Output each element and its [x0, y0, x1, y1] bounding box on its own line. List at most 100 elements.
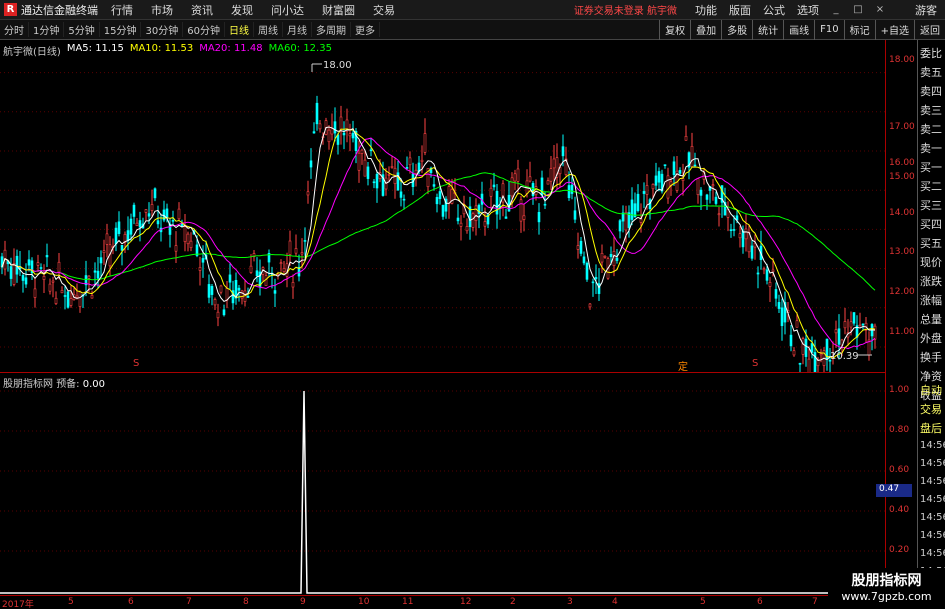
- indicator-label: 预备:: [56, 379, 80, 390]
- kline-chart[interactable]: 18.00 10.39: [0, 40, 885, 372]
- date-tick: 6: [757, 597, 763, 607]
- indicator-chart[interactable]: [0, 373, 885, 595]
- tool-overlay[interactable]: 叠加: [690, 19, 721, 40]
- candle-body: [699, 189, 703, 196]
- close-icon[interactable]: ×: [869, 4, 891, 15]
- period-more[interactable]: 更多: [351, 22, 380, 37]
- menu-formula[interactable]: 公式: [757, 2, 791, 18]
- candle-body: [804, 338, 808, 357]
- candle-body: [33, 288, 37, 298]
- period-daily[interactable]: 日线: [225, 22, 254, 37]
- side-label[interactable]: 盘后: [920, 420, 942, 436]
- candle-body: [198, 267, 202, 271]
- period-60min[interactable]: 60分钟: [183, 22, 225, 37]
- candle-body: [561, 146, 565, 157]
- side-label[interactable]: 买三: [920, 197, 942, 213]
- candlesticks: [0, 95, 877, 372]
- side-label[interactable]: 自动: [920, 382, 942, 398]
- side-label[interactable]: 卖三: [920, 102, 942, 118]
- side-label[interactable]: 买二: [920, 178, 942, 194]
- side-label[interactable]: 卖四: [920, 83, 942, 99]
- minimize-icon[interactable]: _: [825, 4, 847, 15]
- price-tick: 18.00: [889, 55, 915, 65]
- tool-draw[interactable]: 画线: [783, 19, 814, 40]
- candle-body: [330, 128, 334, 135]
- side-label[interactable]: 涨跌: [920, 273, 942, 289]
- candle-body: [447, 186, 451, 204]
- side-label[interactable]: 换手: [920, 349, 942, 365]
- menu-discover[interactable]: 发现: [222, 2, 262, 18]
- side-label[interactable]: 总量: [920, 311, 942, 327]
- candle-body: [570, 184, 574, 194]
- candle-body: [678, 170, 682, 174]
- ma10-label: MA10: 11.53: [129, 43, 194, 54]
- candle-body: [834, 329, 838, 334]
- side-label[interactable]: 买五: [920, 235, 942, 251]
- candle-body: [705, 194, 709, 200]
- tool-adjust[interactable]: 复权: [659, 19, 690, 40]
- price-tick: 16.00: [889, 158, 915, 168]
- side-label[interactable]: 卖一: [920, 140, 942, 156]
- period-multi[interactable]: 多周期: [312, 22, 351, 37]
- menu-layout[interactable]: 版面: [723, 2, 757, 18]
- candle-body: [45, 255, 49, 258]
- candle-body: [255, 270, 259, 277]
- quote-side-panel: 委比 卖五 卖四 卖三 卖二 卖一 买一 买二 买三 买四 买五 现价 涨跌 涨幅 总量 外盘 换手 净资 收益 自动…: [917, 40, 945, 595]
- menu-trade[interactable]: 交易: [364, 2, 404, 18]
- chart-tools: 复权 叠加 多股 统计 画线 F10 标记 +自选 返回: [659, 19, 945, 40]
- period-monthly[interactable]: 月线: [283, 22, 312, 37]
- side-label[interactable]: 涨幅: [920, 292, 942, 308]
- candle-body: [504, 216, 508, 219]
- period-1min[interactable]: 1分钟: [29, 22, 65, 37]
- price-tick: 12.00: [889, 287, 915, 297]
- menu-xiaoda[interactable]: 问小达: [262, 2, 313, 18]
- period-intraday[interactable]: 分时: [0, 22, 29, 37]
- period-15min[interactable]: 15分钟: [100, 22, 142, 37]
- side-label[interactable]: 委比: [920, 45, 942, 61]
- candle-body: [9, 266, 13, 279]
- candle-body: [792, 350, 796, 356]
- menu-wealth[interactable]: 财富圈: [313, 2, 364, 18]
- guest-user[interactable]: 游客: [915, 2, 945, 18]
- candle-body: [144, 209, 148, 213]
- stock-name[interactable]: 航宇微(日线): [3, 43, 61, 58]
- candle-body: [510, 177, 514, 197]
- date-tick: 4: [612, 597, 618, 607]
- candle-body: [210, 286, 214, 295]
- candle-body: [102, 250, 106, 253]
- tool-multi-stock[interactable]: 多股: [721, 19, 752, 40]
- watermark-name: 股朋指标网: [851, 573, 922, 589]
- side-label[interactable]: 买一: [920, 159, 942, 175]
- candle-body: [387, 174, 391, 176]
- tool-f10[interactable]: F10: [814, 19, 843, 40]
- candle-body: [522, 215, 526, 220]
- side-label[interactable]: 卖五: [920, 64, 942, 80]
- ma60-label: MA60: 12.35: [268, 43, 332, 54]
- side-label[interactable]: 交易: [920, 401, 942, 417]
- period-weekly[interactable]: 周线: [254, 22, 283, 37]
- menu-function[interactable]: 功能: [689, 2, 723, 18]
- menu-news[interactable]: 资讯: [182, 2, 222, 18]
- menu-options[interactable]: 选项: [791, 2, 825, 18]
- price-tick: 15.00: [889, 172, 915, 182]
- menu-market[interactable]: 市场: [142, 2, 182, 18]
- side-label[interactable]: 现价: [920, 254, 942, 270]
- side-label[interactable]: 买四: [920, 216, 942, 232]
- tool-mark[interactable]: 标记: [843, 19, 875, 40]
- side-label[interactable]: 卖二: [920, 121, 942, 137]
- tool-back[interactable]: 返回: [914, 19, 945, 40]
- login-warning[interactable]: 证券交易未登录 航宇微: [574, 2, 677, 17]
- tool-watchlist[interactable]: +自选: [874, 19, 914, 40]
- indicator-name[interactable]: 股朋指标网: [3, 379, 53, 390]
- candle-body: [96, 270, 100, 279]
- candle-body: [717, 213, 721, 216]
- menu-quotes[interactable]: 行情: [102, 2, 142, 18]
- tool-stats[interactable]: 统计: [752, 19, 783, 40]
- side-label[interactable]: 外盘: [920, 330, 942, 346]
- period-30min[interactable]: 30分钟: [141, 22, 184, 37]
- candle-body: [135, 222, 139, 226]
- period-5min[interactable]: 5分钟: [64, 22, 100, 37]
- candle-body: [576, 245, 580, 250]
- maximize-icon[interactable]: □: [847, 4, 869, 15]
- candle-body: [177, 208, 181, 220]
